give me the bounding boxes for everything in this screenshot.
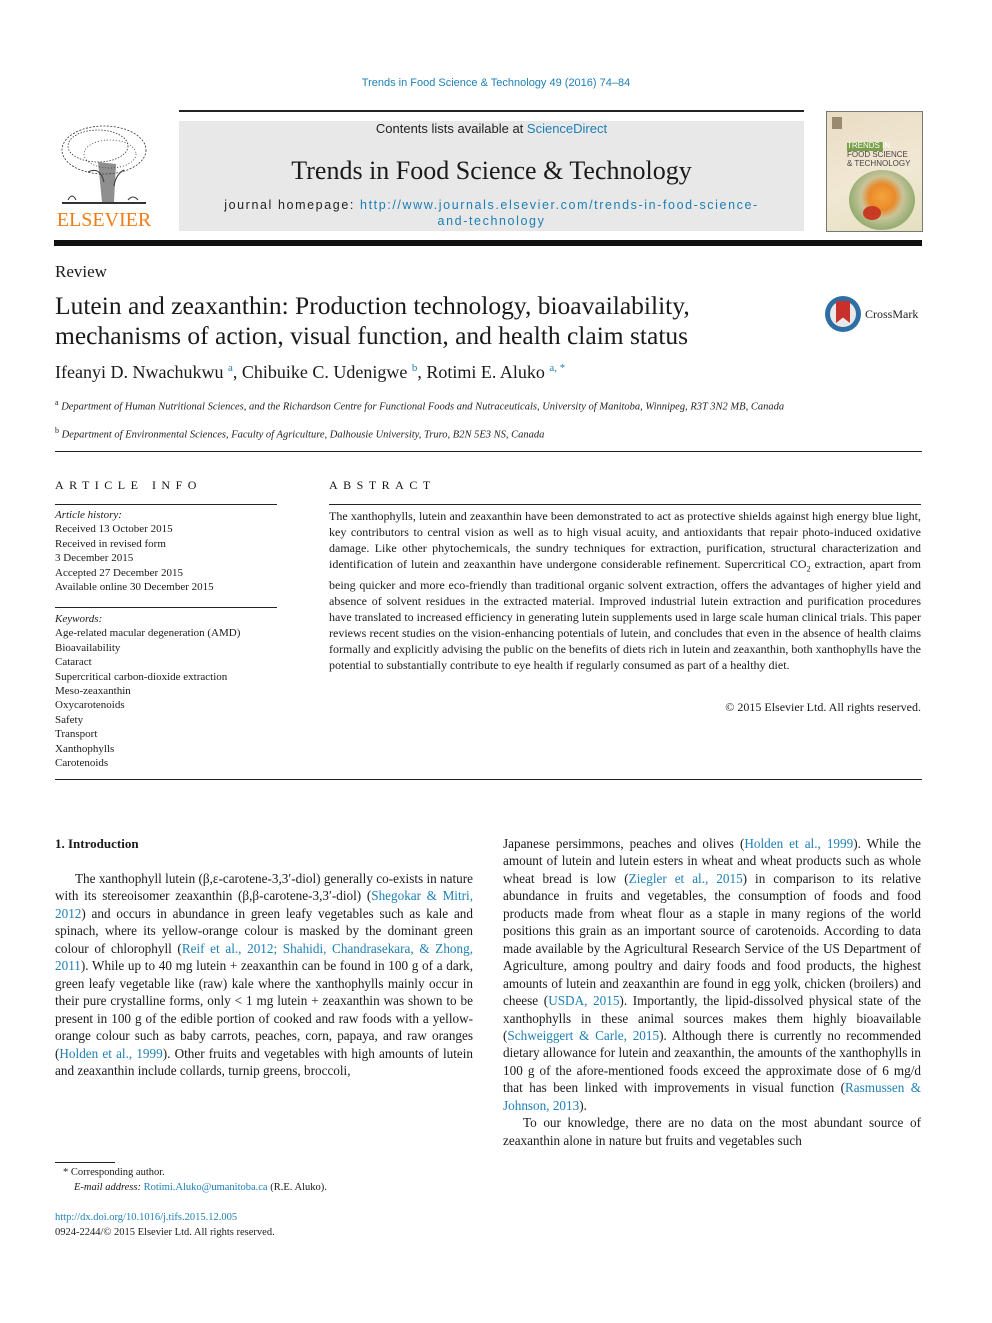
footnote-rule	[55, 1162, 115, 1163]
history-item: Accepted 27 December 2015	[55, 566, 183, 579]
body-right-column: Japanese persimmons, peaches and olives …	[503, 835, 921, 1149]
sciencedirect-link[interactable]: ScienceDirect	[527, 121, 607, 136]
citation-link[interactable]: Holden et al., 1999	[59, 1046, 162, 1061]
journal-homepage: journal homepage: http://www.journals.el…	[179, 197, 804, 229]
author-name: Rotimi E. Aluko	[426, 362, 545, 382]
elsevier-tree-icon	[61, 125, 147, 204]
author-name: Chibuike C. Udenigwe	[241, 362, 408, 382]
contents-prefix: Contents lists available at	[375, 121, 527, 136]
cover-logo	[832, 117, 842, 129]
journal-banner: Contents lists available at ScienceDirec…	[179, 121, 804, 231]
author-affil-link[interactable]: a, *	[549, 362, 565, 374]
history-item: Available online 30 December 2015	[55, 581, 214, 594]
cover-title: TRENDS IN FOOD SCIENCE & TECHNOLOGY	[847, 141, 911, 168]
email-link[interactable]: Rotimi.Aluko@umanitoba.ca	[144, 1182, 268, 1193]
homepage-link-cont[interactable]: and-technology	[438, 214, 546, 228]
journal-title: Trends in Food Science & Technology	[291, 156, 692, 185]
keyword: Xanthophylls	[55, 742, 115, 755]
author-affil-link[interactable]: a	[228, 362, 233, 374]
divider	[55, 504, 277, 505]
history-item: 3 December 2015	[55, 552, 134, 565]
email-label: E-mail address:	[74, 1182, 144, 1193]
section-heading: 1. Introduction	[55, 836, 139, 851]
email-note: E-mail address: Rotimi.Aluko@umanitoba.c…	[74, 1182, 327, 1193]
divider	[55, 607, 277, 608]
cover-image	[849, 170, 915, 230]
history-item: Received in revised form	[55, 537, 166, 550]
running-head[interactable]: Trends in Food Science & Technology 49 (…	[0, 77, 992, 89]
crossmark-label: CrossMark	[865, 307, 919, 321]
doi-link[interactable]: http://dx.doi.org/10.1016/j.tifs.2015.12…	[55, 1212, 237, 1223]
author-name: Ifeanyi D. Nwachukwu	[55, 362, 224, 382]
elsevier-wordmark: ELSEVIER	[56, 209, 152, 231]
article-info-heading: ARTICLE INFO	[55, 478, 202, 492]
paragraph: The xanthophyll lutein (β,ε-carotene-3,3…	[55, 871, 474, 1078]
homepage-label: journal homepage:	[224, 198, 361, 212]
affiliation-a: a Department of Human Nutritional Scienc…	[55, 398, 785, 413]
abstract-heading: ABSTRACT	[329, 478, 436, 492]
keywords-label: Keywords:	[55, 613, 103, 625]
divider	[329, 504, 921, 505]
homepage-link[interactable]: http://www.journals.elsevier.com/trends-…	[360, 198, 759, 212]
keyword: Bioavailability	[55, 641, 121, 654]
keyword: Carotenoids	[55, 757, 109, 770]
citation-link[interactable]: USDA, 2015	[548, 993, 619, 1008]
article-title: Lutein and zeaxanthin: Production techno…	[55, 291, 690, 350]
abstract-text: The xanthophylls, lutein and zeaxanthin …	[329, 509, 921, 673]
affiliation-b: b Department of Environmental Sciences, …	[55, 426, 545, 441]
divider	[55, 779, 922, 780]
paragraph: Japanese persimmons, peaches and olives …	[503, 836, 922, 1113]
keyword: Oxycarotenoids	[55, 699, 125, 712]
keywords: Keywords: Age-related macular degenerati…	[55, 612, 277, 770]
crossmark-button[interactable]: CrossMark	[825, 296, 935, 336]
citation-link[interactable]: Rasmussen & Johnson, 2013	[503, 1080, 921, 1112]
issn-line: 0924-2244/© 2015 Elsevier Ltd. All right…	[55, 1227, 275, 1238]
citation-link[interactable]: Holden et al., 1999	[744, 836, 853, 851]
header-thick-rule	[54, 240, 922, 246]
keyword: Transport	[55, 728, 98, 741]
paragraph: To our knowledge, there are no data on t…	[503, 1115, 921, 1148]
cover-image-tomato	[863, 206, 881, 220]
author-affil-link[interactable]: b	[412, 362, 418, 374]
article-history: Article history: Received 13 October 201…	[55, 508, 277, 594]
history-label: Article history:	[55, 509, 122, 521]
citation-link[interactable]: Shegokar & Mitri, 2012	[55, 888, 473, 920]
elsevier-logo[interactable]: ELSEVIER	[54, 120, 154, 232]
journal-cover[interactable]: TRENDS IN FOOD SCIENCE & TECHNOLOGY	[826, 111, 923, 232]
divider	[55, 451, 922, 452]
crossmark-icon	[825, 296, 861, 332]
contents-line: Contents lists available at ScienceDirec…	[179, 121, 804, 136]
citation-link[interactable]: Ziegler et al., 2015	[629, 871, 743, 886]
keyword: Supercritical carbon-dioxide extraction	[55, 670, 228, 683]
keyword: Meso-zeaxanthin	[55, 685, 131, 698]
abstract-copyright: © 2015 Elsevier Ltd. All rights reserved…	[725, 700, 921, 714]
author-list: Ifeanyi D. Nwachukwu a, Chibuike C. Uden…	[55, 362, 566, 382]
history-item: Received 13 October 2015	[55, 523, 173, 536]
citation-link[interactable]: Reif et al., 2012; Shahidi, Chandrasekar…	[55, 941, 473, 973]
keyword: Cataract	[55, 656, 92, 669]
article-type: Review	[55, 262, 107, 281]
keyword: Age-related macular degeneration (AMD)	[55, 627, 241, 640]
keyword: Safety	[55, 713, 84, 726]
doi-link-wrap: http://dx.doi.org/10.1016/j.tifs.2015.12…	[55, 1210, 237, 1225]
header-rule	[179, 110, 804, 112]
citation-link[interactable]: Schweiggert & Carle, 2015	[507, 1028, 659, 1043]
corresponding-author-note: * Corresponding author.	[63, 1167, 165, 1178]
body-left-column: The xanthophyll lutein (β,ε-carotene-3,3…	[55, 870, 473, 1079]
